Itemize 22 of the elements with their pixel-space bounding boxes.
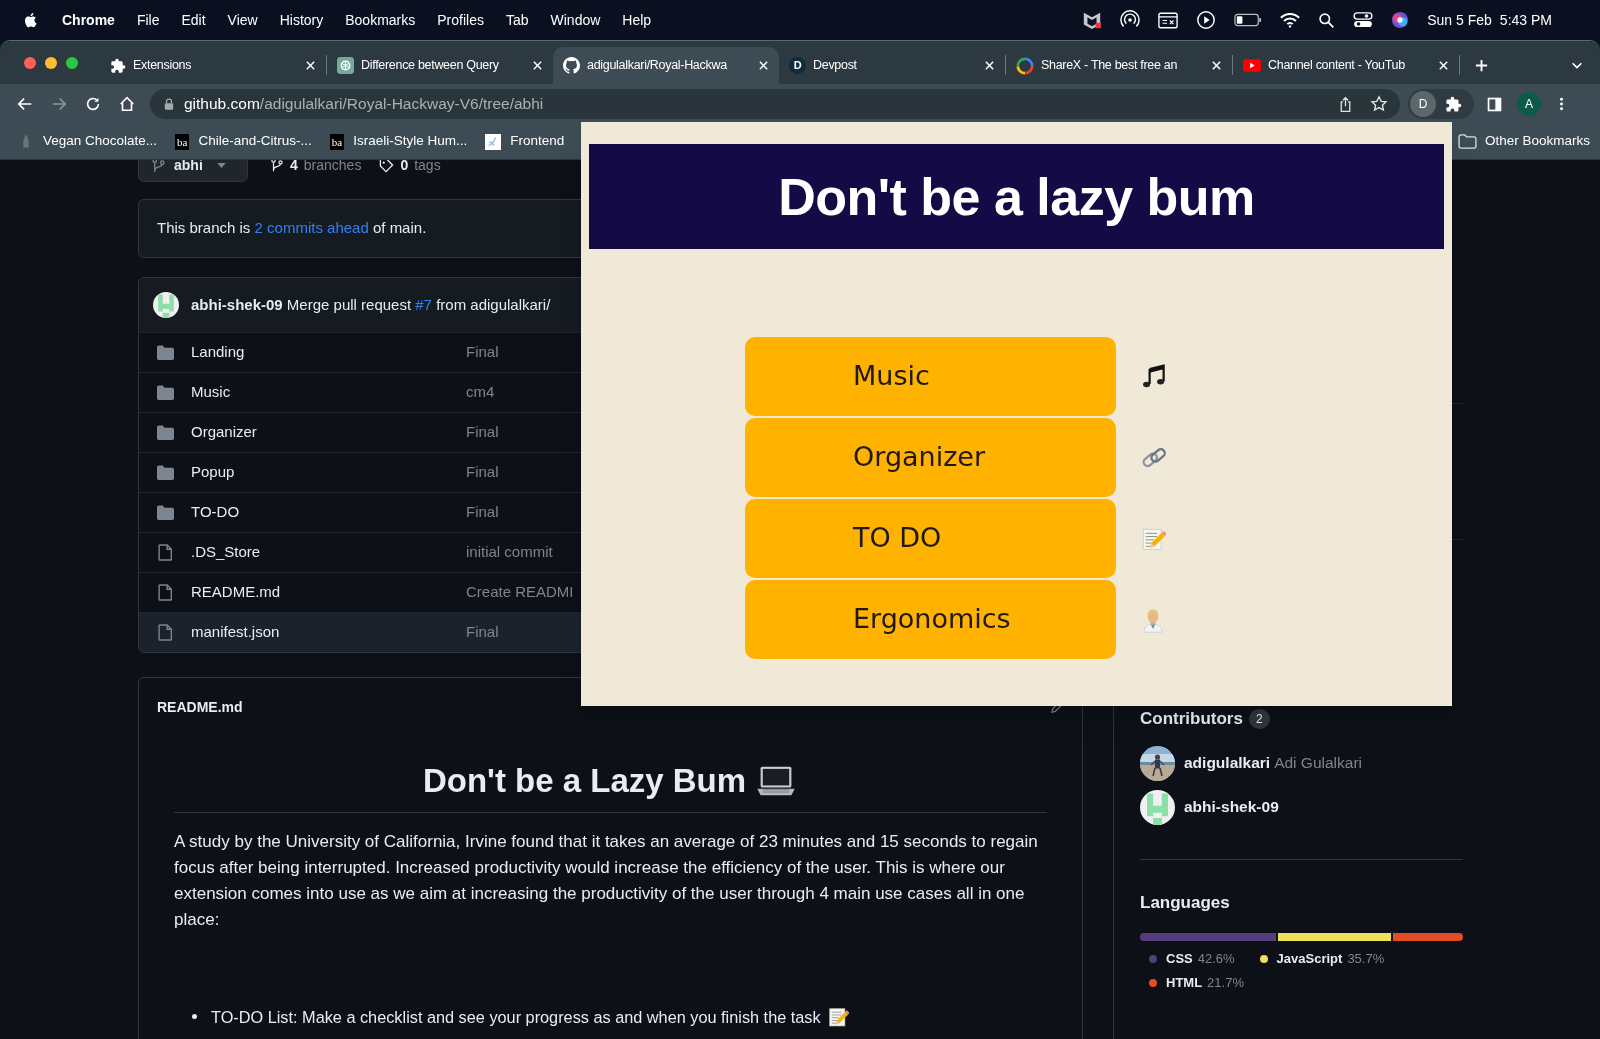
tab-title: Channel content - YouTub (1268, 57, 1405, 75)
clock-text: 5:43 PM (1499, 10, 1552, 30)
branch-status-text: This branch is 2 commits ahead of main. (157, 218, 427, 239)
tab-title: Devpost (813, 57, 857, 75)
site-logo: D (789, 57, 806, 74)
commit-message: abhi-shek-09 Merge pull request #7 from adigulalkari/ (191, 294, 551, 315)
site-logo: ba (175, 133, 190, 150)
date-text: Sun 5 Feb (1427, 10, 1492, 30)
section-title: Contributors (1140, 708, 1243, 730)
readme-heading: Don't be a Lazy Bum (422, 761, 747, 801)
site-logo: ba (329, 133, 345, 150)
tab-title: Difference between Query (361, 57, 499, 75)
section-title: Languages (1140, 891, 1231, 914)
readme-filename: README.md (157, 697, 243, 717)
readme-paragraph: A study by the University of California, Irvine found that it takes an average of 23 minutes and 15 seconds to regain focus after being interrupted. Increased productivity would increase the efficiency of the user. This is where our extension comes into use as we aim at increasing the productivity of the user through 4 main use cases all in one place: (174, 830, 1039, 931)
popup-title: Don't be a lazy bum (778, 166, 1255, 228)
count-badge: 2 (1248, 708, 1270, 729)
tab-title: ShareX - The best free an (1041, 57, 1178, 75)
tab-title: Extensions (133, 57, 192, 75)
url-text: github.com/adigulalkari/Royal-Hackway-V6/tree/abhi (184, 94, 544, 115)
tab-title: adigulalkari/Royal-Hackwa (587, 57, 727, 75)
list-item-text: TO-DO List: Make a checklist and see your progress as and when you finish the task (211, 1006, 821, 1028)
